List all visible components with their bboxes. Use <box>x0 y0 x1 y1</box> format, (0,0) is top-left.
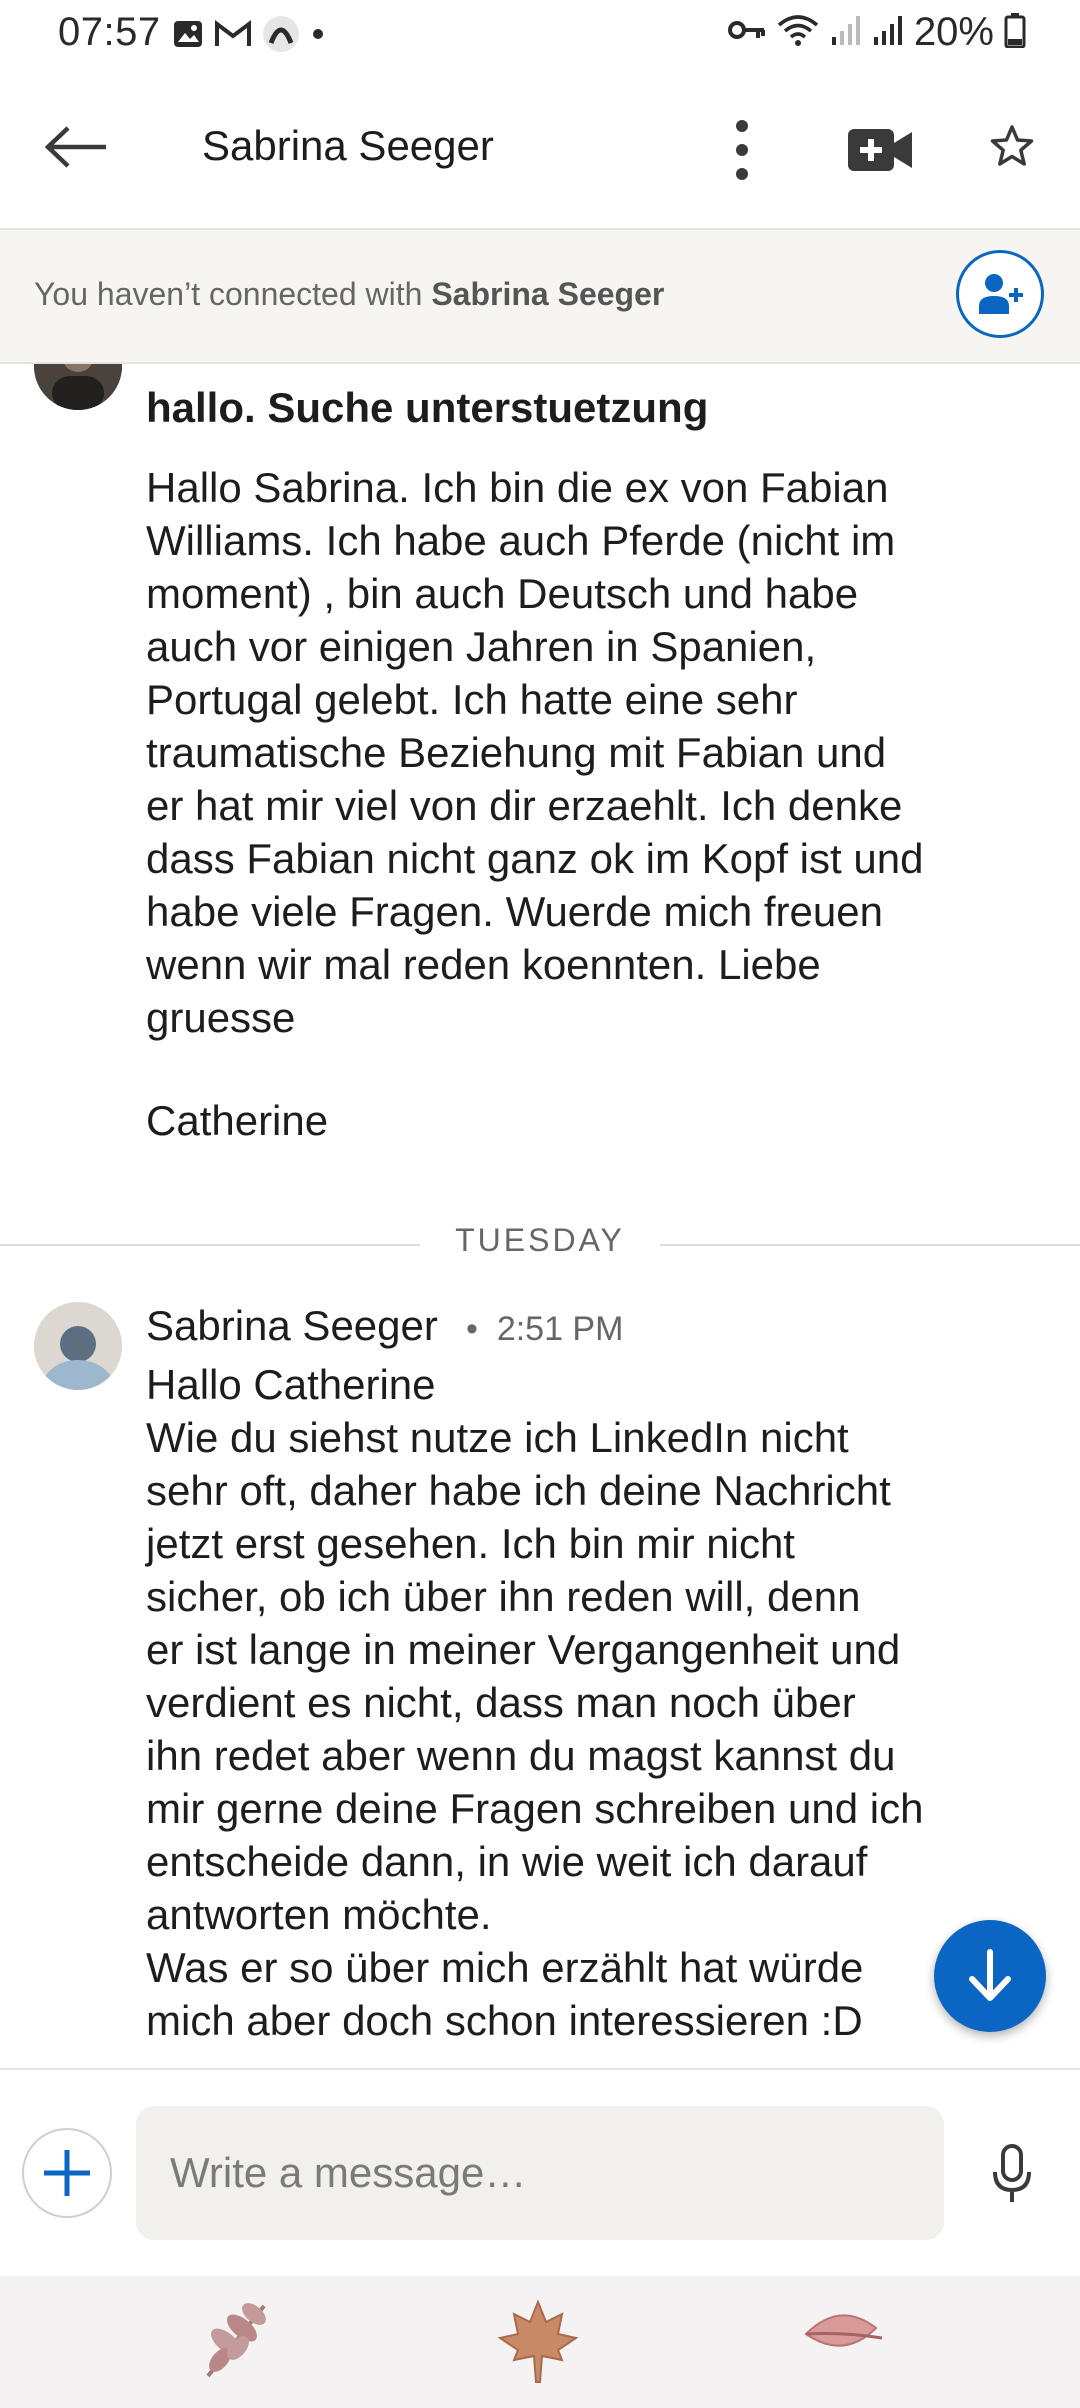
signal-icon <box>830 13 862 52</box>
microphone-icon <box>993 2144 1031 2202</box>
maple-leaf-icon[interactable] <box>496 2298 580 2389</box>
message-composer <box>0 2068 1080 2276</box>
video-call-button[interactable] <box>842 120 918 180</box>
timestamp-value: 2:51 PM <box>496 1310 624 1348</box>
connection-banner-prefix: You haven’t connected with <box>34 276 432 312</box>
add-person-icon <box>979 274 1023 314</box>
conversation-header: Sabrina Seeger <box>0 72 1080 230</box>
connection-banner: You haven’t connected with Sabrina Seege… <box>0 230 1080 364</box>
status-bar: 07:57 20% <box>0 0 1080 72</box>
message-list[interactable]: hallo. Suche unterstuetzung Hallo Sabrin… <box>0 364 1080 2068</box>
status-system-icons: 20% <box>727 10 1026 55</box>
connection-banner-text: You haven’t connected with Sabrina Seege… <box>34 276 664 313</box>
more-vert-icon <box>736 120 748 180</box>
add-icon <box>44 2150 90 2196</box>
day-divider-label: TUESDAY <box>420 1222 660 1259</box>
battery-percent: 20% <box>913 10 994 54</box>
message-body: Hallo Sabrina. Ich bin die ex von Fabian… <box>146 464 924 1041</box>
vpn-key-icon <box>727 18 766 47</box>
message-input[interactable] <box>136 2106 944 2240</box>
battery-icon <box>1004 12 1026 53</box>
message-signature: Catherine <box>146 1097 329 1144</box>
star-icon <box>990 125 1034 166</box>
app-icon <box>262 15 300 58</box>
timestamp-separator: • <box>466 1310 478 1348</box>
gmail-icon <box>214 19 252 54</box>
attach-button[interactable] <box>22 2128 112 2218</box>
message-body: Hallo Catherine Wie du siehst nutze ich … <box>146 1361 924 2044</box>
message-timestamp: • 2:51 PM <box>466 1310 623 1349</box>
keyboard-nav-bar <box>0 2276 1080 2408</box>
more-options-button[interactable] <box>722 114 762 186</box>
back-arrow-icon <box>44 126 106 168</box>
dot-icon <box>310 26 326 47</box>
arrow-down-icon <box>969 1949 1011 2001</box>
back-button[interactable] <box>40 117 112 177</box>
leaf-icon[interactable] <box>196 2298 276 2387</box>
voice-message-button[interactable] <box>982 2136 1042 2212</box>
avatar[interactable] <box>34 1302 122 1390</box>
gallery-icon <box>172 18 204 55</box>
scroll-to-bottom-button[interactable] <box>934 1920 1046 2032</box>
status-notification-icons <box>172 15 326 58</box>
connection-banner-name: Sabrina Seeger <box>431 276 665 312</box>
status-time: 07:57 <box>58 10 161 54</box>
sender-name[interactable]: Sabrina Seeger <box>146 1302 438 1350</box>
message-subject: hallo. Suche unterstuetzung <box>146 384 709 431</box>
star-button[interactable] <box>984 116 1040 176</box>
video-call-icon <box>848 129 912 171</box>
avatar[interactable] <box>34 364 122 410</box>
signal-icon <box>872 13 904 52</box>
connect-button[interactable] <box>956 250 1044 338</box>
leaf-icon[interactable] <box>800 2298 884 2373</box>
wifi-icon <box>776 13 820 52</box>
conversation-title[interactable]: Sabrina Seeger <box>202 122 494 170</box>
